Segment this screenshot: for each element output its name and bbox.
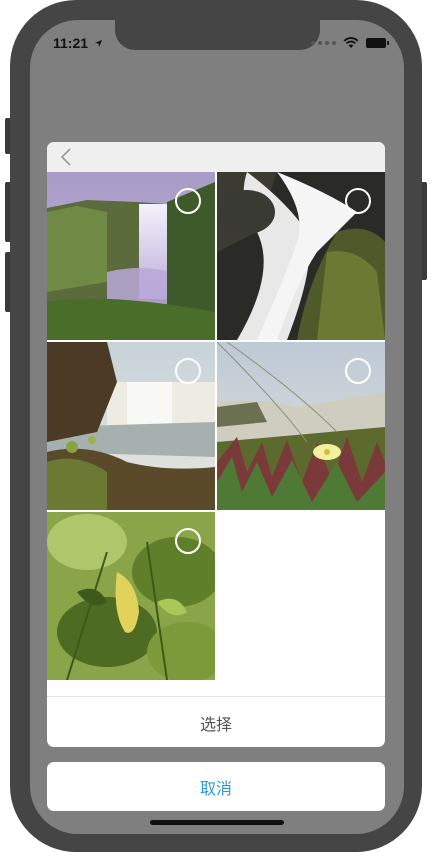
select-circle[interactable]: [175, 358, 201, 384]
photo-thumbnail[interactable]: [217, 342, 385, 510]
wifi-icon: [343, 37, 359, 48]
screen: 11:21 选择 取消: [30, 20, 404, 834]
select-circle[interactable]: [345, 358, 371, 384]
photo-thumbnail[interactable]: [47, 512, 215, 680]
volume-up-button: [5, 182, 10, 242]
cancel-button-label: 取消: [199, 780, 232, 798]
signal-icon: [311, 41, 336, 45]
status-time: 11:21: [53, 35, 103, 51]
chevron-left-icon[interactable]: [57, 147, 77, 167]
mute-switch: [5, 118, 10, 154]
status-indicators: [311, 37, 389, 49]
picker-header: [47, 142, 385, 172]
select-circle[interactable]: [175, 528, 201, 554]
select-circle[interactable]: [345, 188, 371, 214]
power-button: [422, 182, 427, 280]
photo-picker-sheet: 选择: [47, 142, 385, 747]
notch: [115, 20, 320, 50]
photo-thumbnail[interactable]: [47, 342, 215, 510]
photo-thumbnail[interactable]: [47, 172, 215, 340]
photo-thumbnail[interactable]: [217, 172, 385, 340]
select-circle[interactable]: [175, 188, 201, 214]
cancel-button[interactable]: 取消: [47, 762, 385, 811]
volume-down-button: [5, 252, 10, 312]
home-indicator[interactable]: [150, 820, 284, 825]
location-arrow-icon: [94, 39, 103, 48]
select-button[interactable]: 选择: [47, 696, 385, 747]
select-button-label: 选择: [199, 716, 232, 734]
battery-icon: [366, 38, 389, 48]
